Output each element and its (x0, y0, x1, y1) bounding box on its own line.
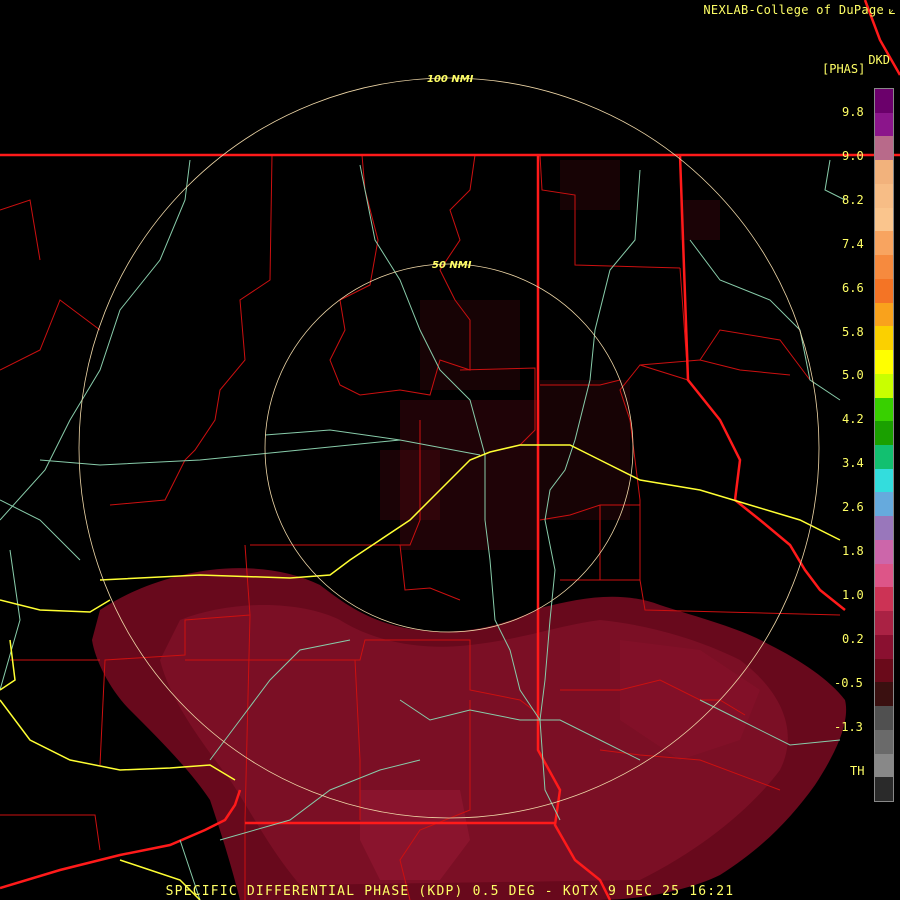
product-code: DKD (868, 53, 890, 67)
colorbar-segment (875, 89, 893, 114)
colorbar-segment (875, 112, 893, 137)
colorbar-segment (875, 255, 893, 280)
colorbar-segment (875, 183, 893, 209)
colorbar-label: 1.0 (842, 587, 864, 602)
colorbar-segment (875, 682, 893, 707)
colorbar-label: 5.0 (842, 368, 864, 383)
colorbar-label: 1.8 (842, 544, 864, 558)
colorbar-segment (875, 706, 893, 731)
colorbar-segment (875, 777, 893, 802)
colorbar-label: 5.8 (842, 324, 864, 339)
colorbar-segment (875, 445, 893, 470)
colorbar-label: -0.5 (834, 675, 863, 690)
colorbar-segment (875, 278, 893, 304)
colorbar-segment (875, 350, 893, 375)
credit-text: NEXLAB-College of DuPage (703, 3, 884, 17)
colorbar-segment (875, 658, 893, 683)
colorbar-label: 4.2 (842, 412, 864, 427)
colorbar-segment (875, 587, 893, 612)
colorbar-label: TH (850, 763, 865, 778)
colorbar-segment (875, 468, 893, 493)
colorbar-label: 9.0 (842, 148, 864, 163)
colorbar-label: 8.2 (842, 192, 864, 207)
colorbar-segment (875, 207, 893, 232)
kdp-echo-field (92, 568, 847, 900)
colorbar-segment (875, 492, 893, 517)
colorbar-label: 0.2 (842, 631, 864, 646)
colorbar-label: 9.8 (842, 105, 864, 119)
colorbar-segment (875, 753, 893, 778)
colorbar-segment (875, 326, 893, 351)
colorbar-segment (875, 611, 893, 636)
colorbar-segment (875, 634, 893, 660)
colorbar-segment (875, 516, 893, 541)
colorbar-label: 3.4 (842, 456, 864, 471)
colorbar-label: 2.6 (842, 500, 864, 515)
colorbar-units: [PHAS] (822, 62, 866, 76)
range-ring-100nmi-label: 100 NMI (427, 74, 474, 85)
colorbar-label: 7.4 (842, 236, 864, 251)
colorbar-label: 6.6 (842, 280, 864, 295)
range-ring-50nmi-label: 50 NMI (432, 260, 472, 271)
colorbar (874, 88, 894, 802)
colorbar-segment (875, 302, 893, 327)
colorbar-segment (875, 373, 893, 399)
colorbar-segment (875, 231, 893, 256)
colorbar-label: -1.3 (834, 719, 863, 734)
colorbar-segment (875, 136, 893, 161)
colorbar-segment (875, 539, 893, 565)
logo-icon: ⟀ (888, 3, 896, 17)
product-caption: SPECIFIC DIFFERENTIAL PHASE (KDP) 0.5 DE… (165, 884, 735, 899)
colorbar-segment (875, 563, 893, 588)
radar-map: 50 NMI 100 NMI (0, 0, 900, 900)
colorbar-segment (875, 160, 893, 185)
colorbar-segment (875, 729, 893, 755)
colorbar-segment (875, 421, 893, 446)
colorbar-segment (875, 397, 893, 422)
